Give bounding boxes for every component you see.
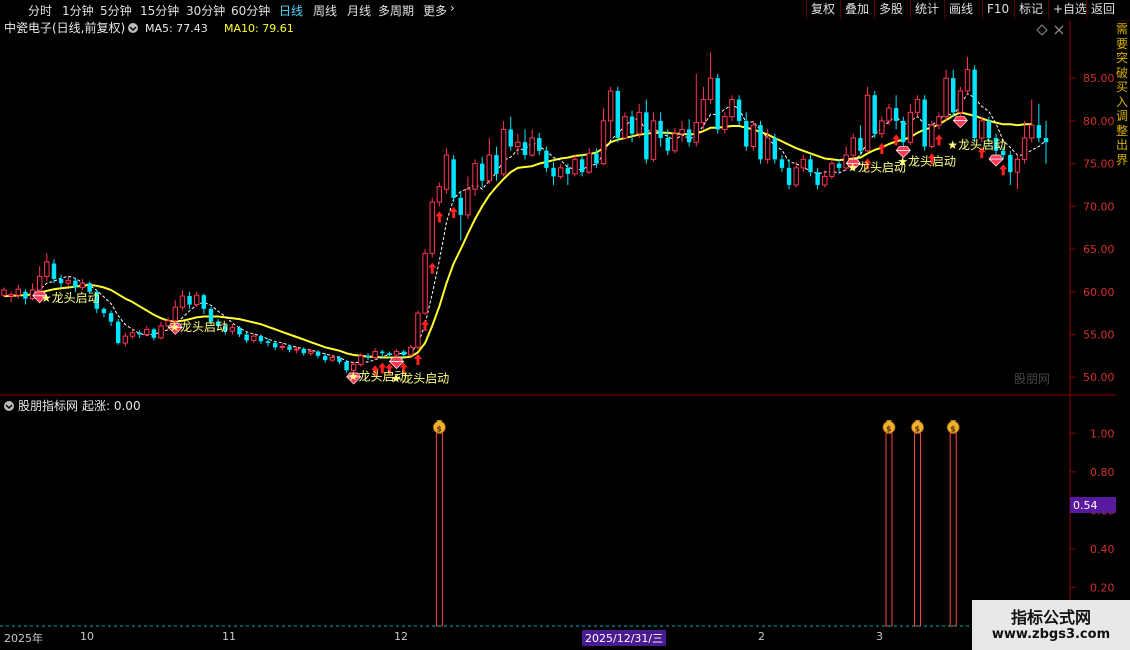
date-label: 2025年	[4, 632, 43, 645]
price-tick-label: 65.00	[1083, 243, 1115, 256]
price-tick-label: 85.00	[1083, 72, 1115, 85]
date-label: 12	[394, 630, 408, 643]
sub-tick-label: 0.40	[1090, 543, 1115, 556]
candle	[451, 155, 456, 203]
sub-tick-label: 0.80	[1090, 466, 1115, 479]
svg-text:$: $	[950, 424, 956, 433]
price-tick-label: 70.00	[1083, 200, 1115, 213]
site-watermark: 指标公式网 www.zbgs3.com	[972, 600, 1130, 650]
signal-label: ★龙头启动	[169, 320, 228, 334]
toolbar-tab-2[interactable]: 5分钟	[100, 2, 132, 19]
sub-tick-label: 0.20	[1090, 581, 1115, 594]
date-label: 3	[876, 630, 883, 643]
candle	[115, 319, 121, 345]
candle	[422, 249, 428, 315]
sub-collapse-icon[interactable]	[4, 401, 14, 411]
cursor-value: 0.54	[1073, 499, 1098, 512]
candle	[972, 65, 977, 143]
main-watermark: 股朋网	[1014, 372, 1050, 386]
toolbar-tab-6[interactable]: 日线	[279, 2, 303, 19]
toolbar-tab-0[interactable]: 分时	[28, 2, 52, 19]
candle	[615, 86, 620, 143]
candle	[864, 86, 871, 154]
candle	[929, 120, 935, 149]
candle	[872, 90, 877, 138]
candle	[729, 95, 735, 121]
candle	[736, 95, 742, 126]
price-tick-label: 55.00	[1083, 328, 1115, 341]
candle	[500, 120, 507, 177]
svg-text:$: $	[436, 424, 442, 433]
toolbar-tab-8[interactable]: 月线	[347, 2, 371, 19]
period-toolbar: 分时 1分钟 5分钟 15分钟 30分钟 60分钟 日线 周线 月线 多周期 更多 › 复权 叠加 多股 统计…	[0, 0, 1130, 21]
toolbar-button-7[interactable]: +自选	[1048, 0, 1091, 19]
price-tick-label: 50.00	[1083, 371, 1115, 384]
date-label: 2	[758, 630, 765, 643]
more-chevron-icon[interactable]: ›	[450, 1, 455, 15]
signal-label: ★龙头启动	[391, 371, 450, 385]
price-tick-label: 80.00	[1083, 115, 1115, 128]
candle	[758, 120, 763, 164]
side-vertical-text: 需要突破买入调整出界	[1116, 22, 1129, 167]
sub-tick-label: 1.00	[1090, 427, 1115, 440]
signal-label: ★龙头启动	[897, 154, 956, 168]
stock-title: 中瓷电子(日线,前复权)	[4, 20, 125, 35]
collapse-icon[interactable]	[128, 23, 138, 33]
toolbar-button-5[interactable]: F10	[982, 0, 1013, 19]
date-label: 10	[80, 630, 94, 643]
svg-text:$: $	[886, 424, 892, 433]
candle	[901, 116, 906, 147]
site-watermark-title: 指标公式网	[1010, 608, 1091, 627]
toolbar-tab-1[interactable]: 1分钟	[62, 2, 94, 19]
toolbar-button-4[interactable]: 画线	[944, 0, 977, 19]
chart-area: 中瓷电子(日线,前复权) MA5: 77.43 MA10: 79.61 股朋网 …	[0, 20, 1116, 630]
candle	[429, 197, 435, 258]
sub-value-label: 起涨: 0.00	[82, 398, 141, 413]
candle	[715, 73, 720, 134]
toolbar-button-0[interactable]: 复权	[806, 0, 839, 19]
date-label: 11	[222, 630, 236, 643]
toolbar-button-1[interactable]: 叠加	[840, 0, 873, 19]
toolbar-tab-3[interactable]: 15分钟	[140, 2, 179, 19]
candle	[443, 148, 450, 194]
toolbar-button-8[interactable]: 返回	[1086, 0, 1119, 19]
candle	[750, 120, 757, 151]
candle	[850, 133, 857, 160]
date-label: 2025/12/31/三	[582, 630, 667, 646]
candle	[772, 133, 778, 164]
toolbar-button-3[interactable]: 统计	[910, 0, 943, 19]
signal-label: ★龙头启动	[41, 291, 100, 305]
toolbar-tab-5[interactable]: 60分钟	[231, 2, 270, 19]
toolbar-tab-9[interactable]: 多周期	[378, 2, 414, 19]
candle	[957, 86, 964, 117]
candle	[922, 95, 927, 151]
candle	[415, 310, 421, 349]
svg-text:$: $	[915, 424, 921, 433]
ma10-label: MA10: 79.61	[224, 22, 294, 35]
toolbar-tab-7[interactable]: 周线	[313, 2, 337, 19]
signal-label: ★龙头启动	[947, 138, 1006, 152]
sub-title: 股朋指标网	[18, 398, 78, 413]
toolbar-button-2[interactable]: 多股	[874, 0, 907, 19]
price-tick-label: 60.00	[1083, 286, 1115, 299]
toolbar-tab-10[interactable]: 更多	[423, 2, 447, 19]
toolbar-button-6[interactable]: 标记	[1014, 0, 1047, 19]
ma5-label: MA5: 77.43	[145, 22, 208, 35]
site-watermark-url: www.zbgs3.com	[991, 627, 1111, 642]
toolbar-tab-4[interactable]: 30分钟	[186, 2, 225, 19]
date-axis: 2025年 10 11 12 2025/12/31/三 2 3	[0, 630, 1070, 646]
price-tick-label: 75.00	[1083, 158, 1115, 171]
candle	[622, 112, 628, 140]
